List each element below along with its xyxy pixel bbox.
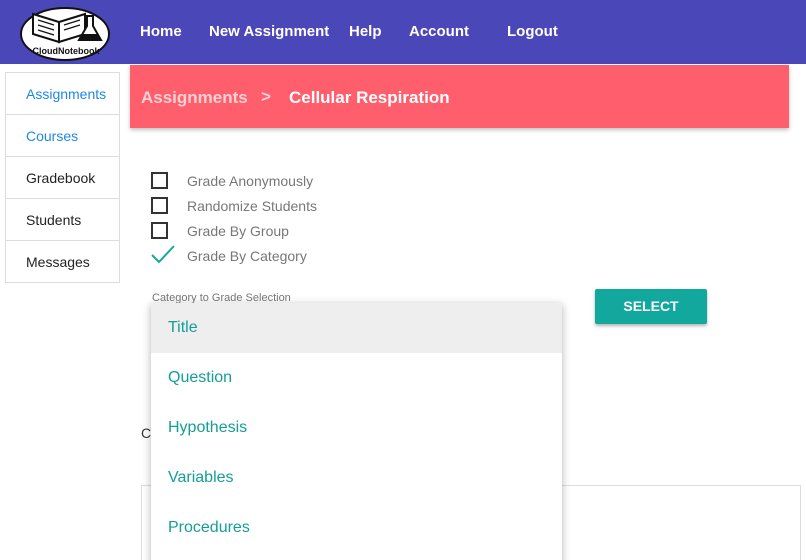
cloudnotebook-logo[interactable]: CloudNotebook	[19, 4, 111, 62]
logo-text: CloudNotebook	[32, 46, 100, 56]
nav-help-link[interactable]: Help	[349, 23, 382, 40]
option-label: Randomize Students	[187, 198, 317, 214]
page-title: Cellular Respiration	[289, 88, 450, 107]
sidebar-item-courses[interactable]: Courses	[6, 115, 119, 157]
sidebar-item-students[interactable]: Students	[6, 199, 119, 241]
breadcrumb: Assignments > Cellular Respiration	[130, 65, 789, 128]
option-label: Grade Anonymously	[187, 173, 314, 189]
dropdown-option-procedures[interactable]: Procedures	[151, 503, 562, 553]
breadcrumb-parent-link[interactable]: Assignments	[141, 88, 248, 108]
sidebar: Assignments Courses Gradebook Students M…	[5, 72, 120, 283]
sidebar-item-gradebook[interactable]: Gradebook	[6, 157, 119, 199]
select-button[interactable]: SELECT	[595, 289, 707, 324]
option-label: Grade By Category	[187, 248, 307, 264]
checkbox[interactable]	[151, 172, 168, 189]
sidebar-item-assignments[interactable]: Assignments	[6, 73, 119, 115]
dropdown-option-title[interactable]: Title	[151, 303, 562, 353]
option-label: Grade By Group	[187, 223, 289, 239]
checkbox[interactable]	[151, 197, 168, 214]
sidebar-item-messages[interactable]: Messages	[6, 241, 119, 283]
top-navbar: CloudNotebook Home New Assignment Help A…	[0, 0, 806, 64]
nav-account-link[interactable]: Account	[409, 23, 469, 40]
dropdown-option-variables[interactable]: Variables	[151, 453, 562, 503]
checkbox[interactable]	[151, 222, 168, 239]
nav-logout-link[interactable]: Logout	[507, 23, 558, 40]
nav-home-link[interactable]: Home	[140, 23, 182, 40]
dropdown-option-hypothesis[interactable]: Hypothesis	[151, 403, 562, 453]
nav-new-assignment-link[interactable]: New Assignment	[209, 23, 329, 40]
category-dropdown-menu: Title Question Hypothesis Variables Proc…	[151, 303, 562, 560]
partial-section-text: C	[141, 425, 152, 441]
dropdown-option-question[interactable]: Question	[151, 353, 562, 403]
checkmark-icon[interactable]	[151, 242, 175, 266]
chevron-right-icon: >	[261, 87, 271, 106]
